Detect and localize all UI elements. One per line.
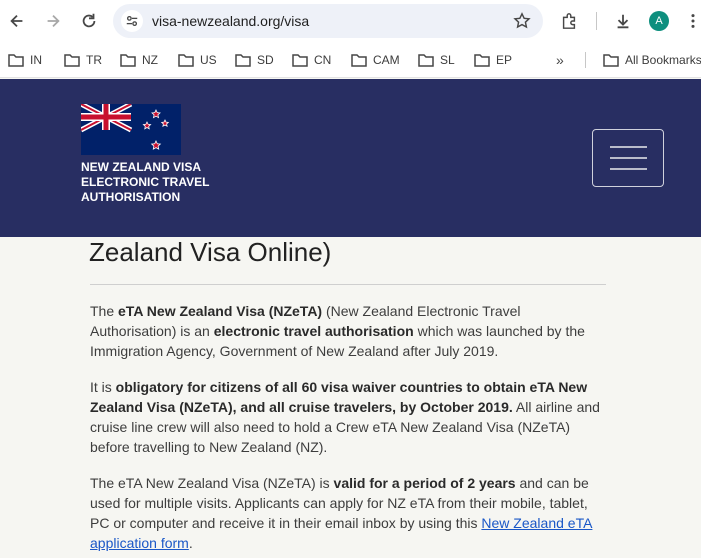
toolbar-separator	[596, 12, 597, 30]
folder-icon	[603, 54, 619, 67]
browser-toolbar: visa-newzealand.org/visa A	[0, 0, 701, 42]
all-bookmarks-button[interactable]: All Bookmarks	[603, 51, 701, 69]
back-arrow-icon[interactable]	[6, 10, 28, 32]
folder-icon	[292, 54, 308, 67]
hamburger-line	[610, 146, 647, 148]
folder-icon	[418, 54, 434, 67]
bookmark-folder[interactable]: IN	[8, 51, 42, 69]
folder-icon	[178, 54, 194, 67]
site-info-icon[interactable]	[121, 10, 143, 32]
profile-avatar[interactable]: A	[649, 11, 669, 31]
bookmark-star-icon[interactable]	[513, 12, 531, 30]
folder-icon	[8, 54, 24, 67]
extensions-puzzle-icon[interactable]	[558, 10, 580, 32]
bookmark-folder[interactable]: SD	[235, 51, 274, 69]
hamburger-line	[610, 168, 647, 170]
folder-icon	[120, 54, 136, 67]
bookmark-folder[interactable]: US	[178, 51, 217, 69]
reload-icon[interactable]	[78, 10, 100, 32]
bookmark-folder[interactable]: TR	[64, 51, 102, 69]
page-heading: Zealand Visa Online)	[89, 237, 332, 267]
folder-icon	[64, 54, 80, 67]
site-brand-text[interactable]: NEW ZEALAND VISA ELECTRONIC TRAVEL AUTHO…	[81, 160, 209, 205]
address-bar[interactable]: visa-newzealand.org/visa	[113, 4, 543, 38]
intro-paragraph: The eTA New Zealand Visa (NZeTA) (New Ze…	[90, 303, 585, 359]
bookmarks-overflow-button[interactable]: »	[556, 52, 564, 68]
forward-arrow-icon[interactable]	[42, 10, 64, 32]
bookmark-folder[interactable]: CAM	[351, 51, 400, 69]
bookmark-folder[interactable]: NZ	[120, 51, 158, 69]
folder-icon	[235, 54, 251, 67]
new-zealand-flag-logo[interactable]	[81, 104, 181, 155]
hamburger-menu-button[interactable]	[592, 129, 664, 187]
folder-icon	[474, 54, 490, 67]
bookmark-folder[interactable]: SL	[418, 51, 455, 69]
more-menu-icon[interactable]	[682, 10, 701, 32]
download-icon[interactable]	[612, 10, 634, 32]
obligation-paragraph: It is obligatory for citizens of all 60 …	[90, 379, 600, 455]
heading-divider	[90, 284, 606, 285]
validity-paragraph: The eTA New Zealand Visa (NZeTA) is vali…	[90, 475, 593, 551]
bookmark-folder[interactable]: EP	[474, 51, 512, 69]
url-text[interactable]: visa-newzealand.org/visa	[152, 13, 309, 29]
bookmarks-bar: IN TR NZ US SD CN CAM SL EP » All Bookma…	[0, 42, 701, 78]
folder-icon	[351, 54, 367, 67]
bookmarks-separator	[585, 52, 586, 68]
hamburger-line	[610, 157, 647, 159]
bookmark-folder[interactable]: CN	[292, 51, 331, 69]
